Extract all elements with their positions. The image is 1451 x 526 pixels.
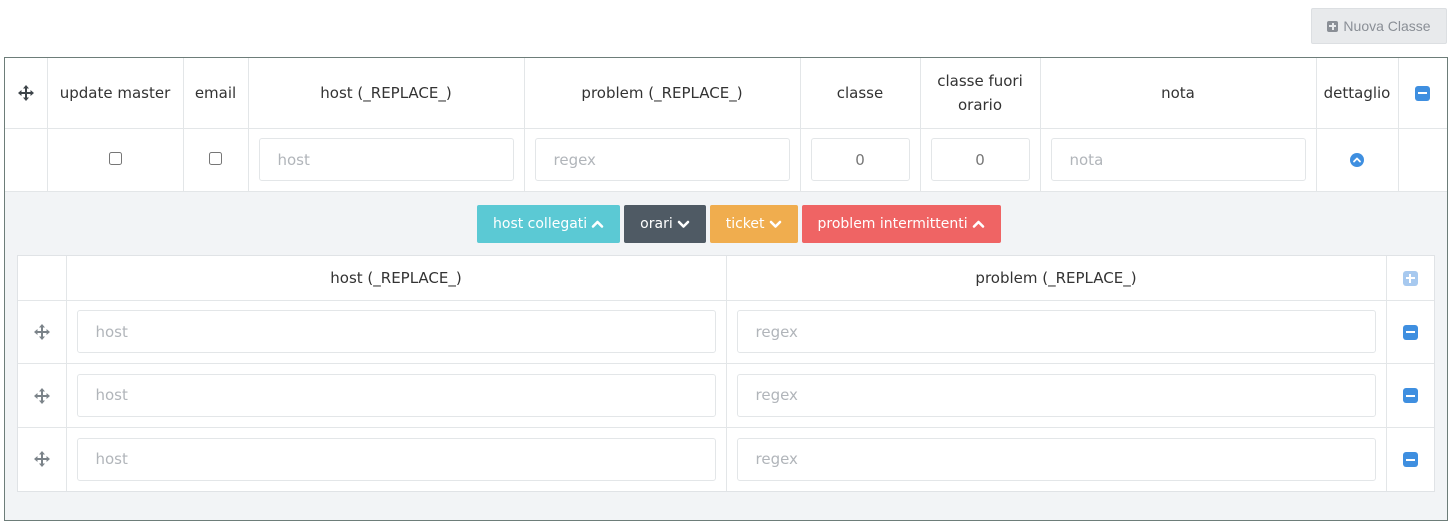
dettaglio-cell: [1316, 128, 1399, 192]
header-problem: problem (_REPLACE_): [524, 58, 801, 129]
chevron-down-icon: [769, 220, 781, 228]
drag-cell: [18, 427, 67, 491]
linked-host-input[interactable]: [76, 373, 716, 417]
move-icon[interactable]: [33, 387, 51, 405]
plus-square-icon: [1327, 20, 1339, 32]
minus-square-icon[interactable]: [1415, 85, 1431, 101]
chevron-up-icon: [972, 220, 984, 228]
chevron-down-icon: [677, 220, 690, 228]
header-classe: classe: [800, 58, 921, 129]
linked-problem-cell: [726, 427, 1387, 491]
host-collegati-label: host collegati: [493, 216, 588, 232]
drag-cell: [5, 128, 48, 192]
header-dettaglio: dettaglio: [1316, 58, 1399, 129]
linked-problem-regex-input[interactable]: [736, 373, 1376, 417]
classe-cell: [800, 128, 921, 192]
minus-square-icon[interactable]: [1402, 388, 1418, 404]
header-nota: nota: [1040, 58, 1317, 129]
table-row: [5, 128, 1447, 192]
linked-host-input[interactable]: [76, 437, 716, 481]
header-update-master: update master: [47, 58, 184, 129]
problem-cell: [524, 128, 801, 192]
header-linked-problem: problem (_REPLACE_): [726, 256, 1387, 301]
linked-host-input[interactable]: [76, 310, 716, 354]
class-panel: update master email host (_REPLACE_) pro…: [4, 57, 1448, 521]
move-icon[interactable]: [17, 84, 35, 102]
class-table: update master email host (_REPLACE_) pro…: [5, 58, 1447, 192]
plus-square-icon[interactable]: [1402, 270, 1418, 286]
classe-fuori-orario-input[interactable]: [930, 138, 1030, 181]
ticket-label: ticket: [725, 216, 765, 232]
minus-square-icon[interactable]: [1402, 324, 1418, 340]
drag-cell: [18, 363, 67, 428]
detail-tab-buttons: host collegati orari ticket problem inte…: [477, 205, 1001, 243]
update-master-cell: [47, 128, 184, 192]
linked-problem-cell: [726, 363, 1387, 428]
email-cell: [183, 128, 249, 192]
remove-cell: [1386, 427, 1434, 491]
move-icon[interactable]: [33, 450, 51, 468]
table-row: [18, 300, 1434, 364]
problem-regex-input[interactable]: [534, 138, 790, 181]
minus-square-icon[interactable]: [1402, 452, 1418, 467]
linked-problem-regex-input[interactable]: [736, 437, 1376, 481]
drag-handle-header: [5, 58, 48, 129]
table-row: [18, 427, 1434, 491]
problem-intermittenti-label: problem intermittenti: [817, 216, 968, 232]
linked-host-cell: [66, 427, 727, 491]
host-input[interactable]: [258, 138, 514, 181]
nota-cell: [1040, 128, 1317, 192]
orari-button[interactable]: orari: [624, 205, 706, 243]
linked-problem-regex-input[interactable]: [736, 310, 1376, 354]
linked-host-cell: [66, 300, 727, 364]
header-host: host (_REPLACE_): [248, 58, 525, 129]
classe-input[interactable]: [810, 138, 910, 181]
host-collegati-table: host (_REPLACE_) problem (_REPLACE_): [18, 256, 1434, 491]
header-email: email: [183, 58, 249, 129]
update-master-checkbox[interactable]: [108, 151, 122, 165]
orari-label: orari: [640, 216, 673, 232]
host-collegati-table-panel: host (_REPLACE_) problem (_REPLACE_): [17, 255, 1435, 492]
move-icon[interactable]: [33, 323, 51, 341]
host-cell: [248, 128, 525, 192]
problem-intermittenti-button[interactable]: problem intermittenti: [801, 205, 1001, 243]
new-class-button[interactable]: Nuova Classe: [1311, 8, 1447, 44]
host-collegati-button[interactable]: host collegati: [477, 205, 621, 243]
linked-problem-cell: [726, 300, 1387, 364]
classe-fuori-orario-cell: [920, 128, 1041, 192]
table-row: [18, 363, 1434, 428]
nota-input[interactable]: [1050, 138, 1306, 181]
ticket-button[interactable]: ticket: [709, 205, 798, 243]
email-checkbox[interactable]: [209, 151, 222, 165]
remove-cell: [1386, 300, 1434, 364]
add-row-cell: [1386, 256, 1434, 301]
detail-panel: host collegati orari ticket problem inte…: [5, 191, 1447, 520]
remove-cell: [1386, 363, 1434, 428]
header-classe-fuori-orario: classe fuori orario: [920, 58, 1041, 129]
header-linked-host: host (_REPLACE_): [66, 256, 727, 301]
chevron-up-icon: [591, 220, 604, 228]
drag-header-cell: [18, 256, 67, 301]
remove-header-cell: [1398, 58, 1447, 129]
drag-cell: [18, 300, 67, 364]
empty-cell: [1398, 128, 1447, 192]
chevron-circle-up-icon[interactable]: [1350, 153, 1364, 167]
linked-host-cell: [66, 363, 727, 428]
new-class-label: Nuova Classe: [1343, 18, 1431, 34]
